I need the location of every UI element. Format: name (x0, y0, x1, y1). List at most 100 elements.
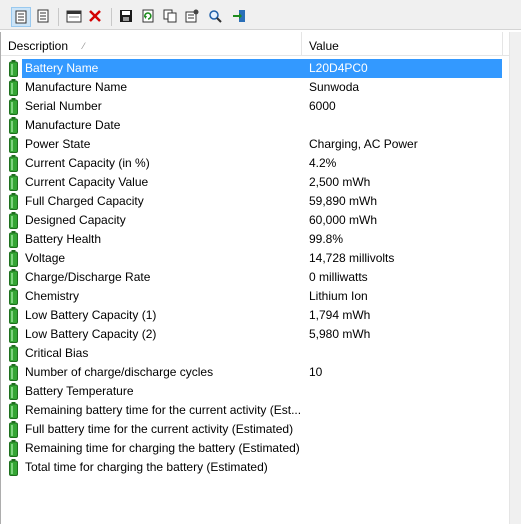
row-label: Battery Temperature (25, 384, 134, 398)
battery-icon (9, 60, 18, 77)
row-value (303, 116, 502, 135)
list-row[interactable]: Current Capacity (in %) 4.2% (1, 154, 510, 173)
row-value (303, 382, 502, 401)
list-row[interactable]: Battery Temperature (1, 382, 510, 401)
row-label: Number of charge/discharge cycles (25, 365, 214, 379)
list-row[interactable]: Charge/Discharge Rate 0 milliwatts (1, 268, 510, 287)
row-label: Battery Name (22, 59, 303, 78)
settings-icon (185, 9, 199, 23)
row-value (303, 344, 502, 363)
row-label: Manufacture Date (25, 118, 121, 132)
options-window-button[interactable] (64, 7, 84, 27)
list-row[interactable]: Battery Name L20D4PC0 (1, 59, 510, 78)
row-value: 10 (309, 365, 323, 379)
battery-icon (9, 136, 18, 153)
list-row[interactable]: Low Battery Capacity (2) 5,980 mWh (1, 325, 510, 344)
exit-button[interactable] (230, 7, 250, 27)
row-value: 2,500 mWh (309, 175, 371, 189)
battery-icon (9, 155, 18, 172)
find-icon (209, 10, 222, 23)
battery-icon (9, 383, 18, 400)
list-row[interactable]: Chemistry Lithium Ion (1, 287, 510, 306)
row-label: Power State (25, 137, 91, 151)
row-value: 4.2% (309, 156, 337, 170)
list-row[interactable]: Battery Health 99.8% (1, 230, 510, 249)
list-row[interactable]: Voltage 14,728 millivolts (1, 249, 510, 268)
row-value: 5,980 mWh (309, 327, 371, 341)
list-row[interactable]: Power State Charging, AC Power (1, 135, 510, 154)
list-row[interactable]: Remaining battery time for the current a… (1, 401, 510, 420)
find-button[interactable] (206, 7, 226, 27)
battery-icon (9, 307, 18, 324)
refresh-icon (142, 9, 154, 23)
row-value: L20D4PC0 (303, 59, 502, 78)
battery-icon (9, 440, 18, 457)
battery-icon (9, 117, 18, 134)
row-label: Critical Bias (25, 346, 89, 360)
copy-button[interactable] (161, 7, 181, 27)
list-row[interactable]: Manufacture Date (1, 116, 510, 135)
list-row[interactable]: Total time for charging the battery (Est… (1, 458, 510, 477)
list-row[interactable]: Low Battery Capacity (1) 1,794 mWh (1, 306, 510, 325)
list-row[interactable]: Full battery time for the current activi… (1, 420, 510, 439)
list-row[interactable]: Number of charge/discharge cycles 10 (1, 363, 510, 382)
row-value: 1,794 mWh (309, 308, 371, 322)
options-window-icon (66, 10, 82, 23)
row-label: Serial Number (25, 99, 102, 113)
column-header-description[interactable]: Description ⁄ (1, 32, 302, 55)
delete-icon (89, 10, 101, 22)
battery-info-list: Description ⁄ Value Battery Name L20D4PC0… (0, 32, 510, 524)
list-row[interactable]: Remaining time for charging the battery … (1, 439, 510, 458)
row-label: Battery Health (25, 232, 102, 246)
list-row[interactable]: Manufacture Name Sunwoda (1, 78, 510, 97)
list-row[interactable]: Full Charged Capacity 59,890 mWh (1, 192, 510, 211)
battery-icon (9, 193, 18, 210)
list-row[interactable]: Serial Number 6000 (1, 97, 510, 116)
copy-icon (163, 9, 177, 23)
row-value (303, 458, 502, 477)
row-value (303, 439, 502, 458)
row-label: Current Capacity (in %) (25, 156, 150, 170)
list-row[interactable]: Critical Bias (1, 344, 510, 363)
list-row[interactable]: Current Capacity Value 2,500 mWh (1, 173, 510, 192)
row-value: 14,728 millivolts (309, 251, 395, 265)
column-header-value[interactable]: Value (302, 32, 503, 55)
row-label: Full battery time for the current activi… (25, 422, 294, 436)
settings-button[interactable] (183, 7, 203, 27)
battery-icon (9, 364, 18, 381)
battery-icon (9, 79, 18, 96)
row-label: Chemistry (25, 289, 80, 303)
exit-icon (233, 10, 245, 22)
properties-button[interactable] (11, 7, 31, 27)
row-label: Low Battery Capacity (2) (25, 327, 157, 341)
list-row[interactable]: Designed Capacity 60,000 mWh (1, 211, 510, 230)
save-icon (120, 10, 132, 22)
row-label: Voltage (25, 251, 66, 265)
battery-icon (9, 212, 18, 229)
row-value: 0 milliwatts (309, 270, 368, 284)
battery-icon (9, 459, 18, 476)
row-label: Full Charged Capacity (25, 194, 144, 208)
battery-icon (9, 421, 18, 438)
row-value: Sunwoda (309, 80, 360, 94)
refresh-button[interactable] (139, 7, 159, 27)
toolbar (0, 4, 521, 30)
battery-icon (9, 174, 18, 191)
row-label: Manufacture Name (25, 80, 128, 94)
column-header-description-label: Description (8, 39, 69, 53)
battery-icon (9, 288, 18, 305)
list-header: Description ⁄ Value (1, 32, 510, 56)
vertical-scrollbar[interactable] (509, 32, 521, 524)
row-label: Remaining battery time for the current a… (25, 403, 302, 417)
row-value (303, 401, 502, 420)
delete-button[interactable] (86, 7, 106, 27)
battery-icon (9, 326, 18, 343)
row-value: 6000 (309, 99, 336, 113)
toolbar-separator (58, 8, 59, 26)
battery-icon (9, 231, 18, 248)
row-label: Remaining time for charging the battery … (25, 441, 300, 455)
row-label: Low Battery Capacity (1) (25, 308, 157, 322)
html-report-button[interactable] (34, 7, 54, 27)
save-button[interactable] (117, 7, 137, 27)
html-report-icon (37, 9, 49, 23)
